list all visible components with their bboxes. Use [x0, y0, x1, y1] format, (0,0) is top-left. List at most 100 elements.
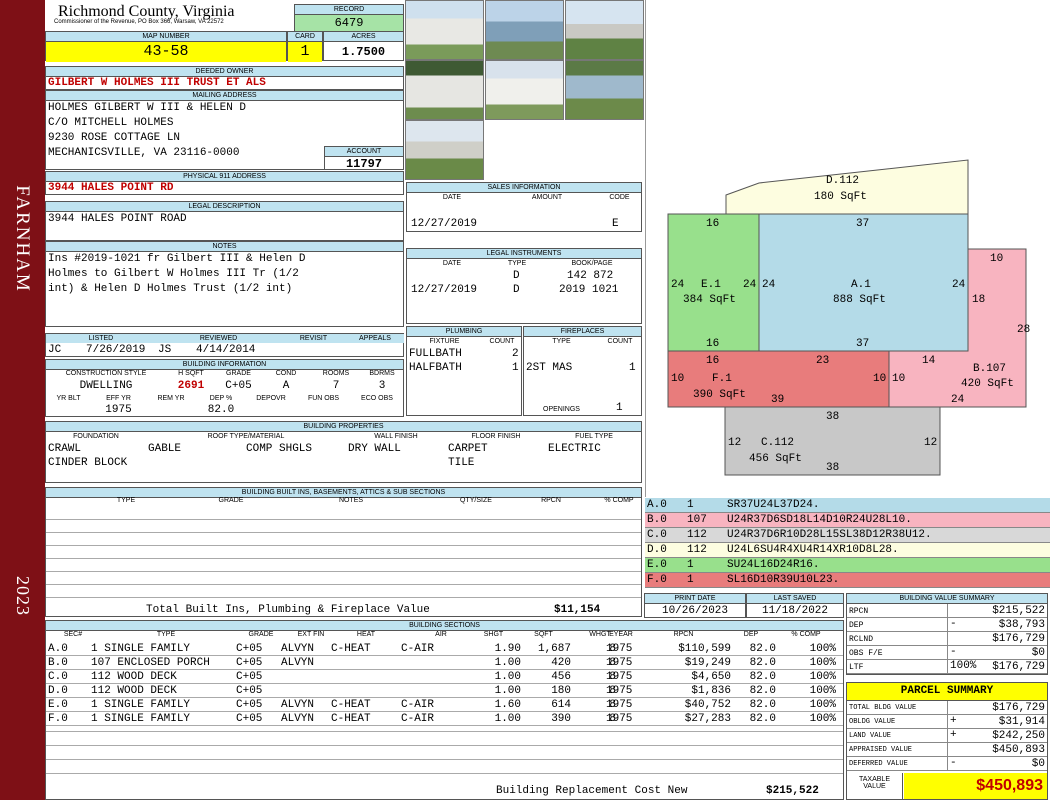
legend-code: 112: [687, 544, 707, 556]
builtins-rule: [46, 519, 641, 520]
sketch-label-e-id: E.1: [701, 279, 721, 291]
sales-amount-header: AMOUNT: [531, 194, 563, 201]
summary-label: APPRAISED VALUE: [849, 746, 913, 754]
builtins-qty-header: QTY/SIZE: [460, 497, 492, 504]
commissioner-line: Commissioner of the Revenue, PO Box 366,…: [54, 19, 224, 25]
legend-row: C.0 112 U24R37D6R10D28L15SL38D12R38U12.: [645, 528, 1050, 543]
construction-style-label: CONSTRUCTION STYLE: [65, 370, 147, 377]
sketch-vector-legend: A.0 1 SR37U24L37D24. B.0 107 U24R37D6SD18L14D…: [645, 498, 1050, 588]
acres-box: ACRES 1.7500: [323, 31, 404, 61]
legend-row: D.0 112 U24L6SU4R4XU4R14XR10D8L28.: [645, 543, 1050, 558]
sketch-dim: 38: [826, 462, 839, 474]
li-date-header: DATE: [442, 260, 462, 267]
sketch-dim: 37: [856, 338, 869, 350]
legal-instruments-title: LEGAL INSTRUMENTS: [407, 249, 641, 259]
building-sections-title: BUILDING SECTIONS: [46, 621, 843, 631]
plumbing-fixture-header: FIXTURE: [429, 338, 460, 345]
sections-header-row: SEC# TYPE GRADE EXT FIN HEAT AIR SHGT SQFT WHGT E…: [46, 631, 843, 641]
builtins-notes-header: NOTES: [338, 497, 364, 504]
section-cell: 82.0: [749, 713, 776, 725]
section-cell: $4,650: [691, 671, 731, 683]
section-cell: C+05: [236, 699, 263, 711]
fuel-header: FUEL TYPE: [575, 433, 613, 440]
mailing-line-1: HOLMES GILBERT W III & HELEN D: [48, 102, 247, 114]
section-cell: ALVYN: [281, 657, 315, 669]
dep-label: DEP %: [209, 395, 233, 402]
account-label: ACCOUNT: [325, 147, 403, 157]
summary-value: $0: [1031, 758, 1045, 770]
summary-value: $450,893: [992, 744, 1045, 756]
section-cell: ALVYN: [281, 643, 315, 655]
replacement-cost-value: $215,522: [766, 785, 819, 797]
sketch-dim: 24: [671, 279, 685, 291]
section-cell: 100%: [809, 671, 836, 683]
legend-sec: B.0: [647, 514, 667, 526]
fireplace-count-1: 1: [629, 362, 636, 374]
section-cell: 1975: [606, 671, 633, 683]
builtins-total-value: $11,154: [554, 604, 601, 616]
section-header-6: SHGT: [483, 631, 504, 638]
sketch-dim: 10: [671, 373, 684, 385]
section-cell: $27,283: [684, 713, 731, 725]
section-header-4: HEAT: [356, 631, 376, 638]
sketch-dim: 24: [952, 279, 966, 291]
section-cell: 100%: [809, 657, 836, 669]
building-sketch: D.112 180 SqFt A.1 888 SqFt E.1 384 SqFt…: [667, 159, 1030, 476]
sketch-dim: 14: [922, 355, 936, 367]
sections-rule: [46, 745, 843, 746]
summary-label: OBS F/E: [849, 649, 883, 658]
parcel-summary-title: PARCEL SUMMARY: [847, 683, 1047, 701]
sketch-dim: 24: [951, 394, 965, 406]
parcel-rows: TOTAL BLDG VALUE $176,729 OBLDG VALUE + $31,…: [847, 701, 1047, 771]
plumbing-count-header: COUNT: [489, 338, 515, 345]
legend-code: 1: [687, 574, 694, 586]
photo-house-front: [565, 0, 644, 60]
map-number-box: MAP NUMBER 43-58: [45, 31, 287, 62]
taxable-label: TAXABLE VALUE: [847, 773, 903, 799]
builtins-rule: [46, 545, 641, 546]
photo-water-view: [565, 60, 644, 120]
section-cell: 456: [551, 671, 571, 683]
li-row1-bookpage: 142 872: [567, 270, 614, 282]
sketch-label-a-id: A.1: [851, 279, 871, 291]
section-cell: $40,752: [684, 699, 731, 711]
plumbing-box: PLUMBING FIXTURE COUNT FULLBATH 2 HALFBA…: [406, 326, 522, 416]
yrblt-label: YR BLT: [56, 395, 81, 402]
reviewed-by: JS: [158, 344, 172, 356]
section-cell: 1.00: [494, 685, 521, 697]
section-cell: 614: [551, 699, 571, 711]
bvs-title: BUILDING VALUE SUMMARY: [847, 594, 1047, 604]
card-box: CARD 1: [287, 31, 323, 62]
rooms-label: ROOMS: [322, 370, 350, 377]
summary-value: $176,729: [992, 661, 1045, 673]
sketch-dim: 24: [762, 279, 776, 291]
floor-finish-2: TILE: [448, 457, 475, 469]
cond-value: A: [282, 380, 290, 392]
fuel-type: ELECTRIC: [548, 443, 601, 455]
li-row2-type: D: [513, 284, 520, 296]
section-cell: C+05: [236, 671, 263, 683]
summary-row: OBS F/E - $0: [847, 646, 1047, 660]
builtins-rpcn-header: RPCN: [541, 497, 561, 504]
replacement-cost-label: Building Replacement Cost New: [496, 785, 688, 797]
town-label: FARNHAM: [12, 185, 33, 293]
notes-line-3: int) & Helen D Holmes Trust (1/2 int): [48, 283, 293, 295]
depovr-label: DEPOVR: [256, 395, 286, 402]
section-cell: C-AIR: [401, 713, 435, 725]
sketch-label-d-id: D.112: [826, 175, 859, 187]
legend-sec: F.0: [647, 574, 667, 586]
section-cell: C-HEAT: [331, 713, 371, 725]
section-cell: 1975: [606, 657, 633, 669]
builtins-box: BUILDING BUILT INS, BASEMENTS, ATTICS & …: [45, 487, 642, 617]
building-value-summary: BUILDING VALUE SUMMARY RPCN $215,522 DEP - $…: [846, 593, 1048, 675]
summary-row: LTF 100% $176,729: [847, 660, 1047, 674]
photo-garage: [405, 0, 484, 60]
remyr-label: REM YR: [157, 395, 185, 402]
construction-style: DWELLING: [79, 380, 133, 392]
legend-code: 112: [687, 529, 707, 541]
legend-vec: SR37U24L37D24.: [727, 499, 820, 511]
summary-row: LAND VALUE + $242,250: [847, 729, 1047, 743]
map-number-label: MAP NUMBER: [46, 32, 286, 42]
summary-label: LAND VALUE: [849, 732, 892, 740]
section-cell: $19,249: [684, 657, 731, 669]
